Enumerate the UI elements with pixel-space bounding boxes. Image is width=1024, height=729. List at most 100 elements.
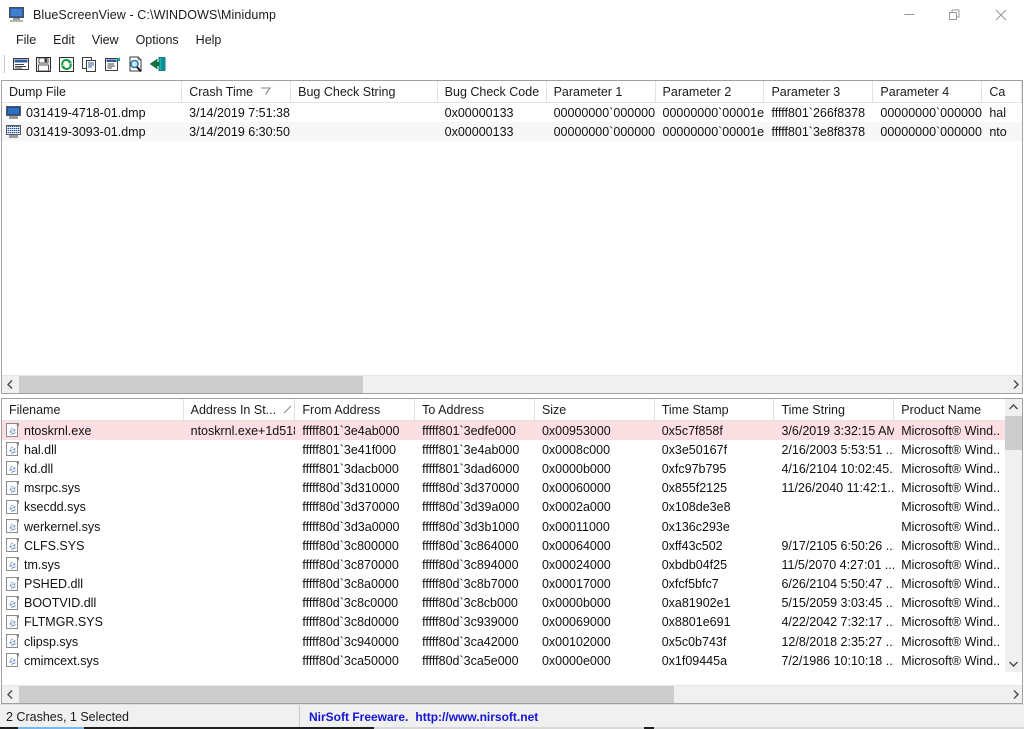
driver-file-icon: ⎒ — [6, 576, 19, 592]
cell-product-name: Microsoft® Wind.. — [901, 557, 1001, 572]
cell-from-address: fffff80d`3c8d0000 — [302, 615, 399, 630]
scroll-left-arrow-icon[interactable] — [2, 376, 19, 393]
table-row[interactable]: ⎒ msrpc.sys fffff80d`3d310000 fffff80d`3… — [2, 479, 1007, 498]
header-crash-time-label: Crash Time — [189, 84, 254, 99]
header-dump-file[interactable]: Dump File — [2, 81, 183, 102]
header-time-string[interactable]: Time String — [774, 399, 895, 420]
driver-list-vscroll-thumb[interactable] — [1005, 416, 1022, 450]
crash-list-hscroll-track[interactable] — [19, 376, 1007, 393]
header-parameter-3[interactable]: Parameter 3 — [764, 81, 874, 102]
menu-view[interactable]: View — [84, 31, 128, 50]
save-icon[interactable] — [32, 53, 55, 75]
header-bug-check-code[interactable]: Bug Check Code — [437, 81, 547, 102]
nirsoft-website-link[interactable]: http://www.nirsoft.net — [415, 710, 538, 724]
header-crash-time[interactable]: Crash Time — [182, 81, 292, 102]
driver-list-hscroll-track[interactable] — [19, 686, 1007, 703]
cell-product-name: Microsoft® Wind.. — [901, 500, 1001, 515]
header-parameter-2-label: Parameter 2 — [662, 84, 732, 99]
header-product-name[interactable]: Product Name — [894, 399, 1008, 420]
header-bug-check-string[interactable]: Bug Check String — [291, 81, 438, 102]
close-icon[interactable] — [978, 0, 1024, 29]
driver-list-hscroll-thumb[interactable] — [19, 686, 674, 703]
table-row[interactable]: ⎒ clipsp.sys fffff80d`3c940000 fffff80d`… — [2, 632, 1007, 651]
table-row[interactable]: ⎒ BOOTVID.dll fffff80d`3c8c0000 fffff80d… — [2, 594, 1007, 613]
crash-list-hscroll-thumb[interactable] — [19, 376, 363, 393]
crash-list-hscrollbar[interactable] — [2, 375, 1022, 393]
driver-file-icon: ⎒ — [6, 519, 19, 534]
table-row[interactable]: ⎒ CLFS.SYS fffff80d`3c800000 fffff80d`3c… — [2, 536, 1007, 555]
table-row[interactable]: ⎒ ntoskrnl.exe ntoskrnl.exe+1d5187 fffff… — [2, 421, 1007, 441]
header-size[interactable]: Size — [534, 399, 655, 420]
table-row[interactable]: ⎒ cmimcext.sys fffff80d`3ca50000 fffff80… — [2, 651, 1007, 670]
cell-size: 0x00102000 — [541, 634, 611, 649]
cell-caused-by: hal — [989, 105, 1007, 120]
cell-to-address: fffff80d`3c864000 — [422, 538, 519, 553]
driver-list-vscrollbar[interactable] — [1005, 399, 1022, 672]
table-row[interactable]: ⎒ tm.sys fffff80d`3c870000 fffff80d`3c89… — [2, 555, 1007, 574]
driver-file-icon: ⎒ — [6, 614, 19, 630]
menu-help[interactable]: Help — [188, 31, 231, 50]
header-to-address[interactable]: To Address — [415, 399, 535, 420]
driver-filename: BOOTVID.dll — [24, 596, 97, 611]
minimize-icon[interactable] — [886, 0, 932, 29]
cell-from-address: fffff80d`3d3a0000 — [302, 519, 400, 534]
sort-ascending-icon — [283, 405, 293, 414]
table-row[interactable]: ⎒ ntosext.sys fffff80d`3ca60000 fffff80d… — [2, 670, 1007, 673]
header-address-in-stack[interactable]: Address In St... — [183, 399, 296, 420]
scroll-right-arrow-icon[interactable] — [1007, 376, 1022, 393]
scroll-up-arrow-icon[interactable] — [1005, 399, 1022, 416]
driver-list-header: Filename Address In St... From Address T… — [2, 399, 1008, 421]
table-row[interactable]: 031419-4718-01.dmp 3/14/2019 7:51:38 ...… — [2, 103, 1022, 122]
table-row[interactable]: ⎒ werkernel.sys fffff80d`3d3a0000 fffff8… — [2, 517, 1007, 536]
table-row[interactable]: ⎒ FLTMGR.SYS fffff80d`3c8d0000 fffff80d`… — [2, 613, 1007, 632]
window-title: BlueScreenView - C:\WINDOWS\Minidump — [33, 7, 277, 22]
properties-icon[interactable] — [9, 53, 32, 75]
copy-icon[interactable] — [78, 53, 101, 75]
cell-time-string: 11/5/2070 4:27:01 ... — [781, 557, 895, 572]
header-bug-check-string-label: Bug Check String — [298, 84, 396, 99]
driver-list-vscroll-track[interactable] — [1005, 416, 1022, 655]
scroll-right-arrow-icon[interactable] — [1007, 686, 1022, 703]
driver-list-hscrollbar[interactable] — [2, 685, 1022, 703]
cell-bug-check-code: 0x00000133 — [444, 105, 514, 120]
scroll-down-arrow-icon[interactable] — [1005, 655, 1022, 672]
header-parameter-1[interactable]: Parameter 1 — [546, 81, 656, 102]
find-icon[interactable] — [124, 53, 147, 75]
cell-time-string: 4/22/2042 7:32:17 ... — [781, 615, 895, 630]
table-row[interactable]: ⎒ hal.dll fffff801`3e41f000 fffff801`3e4… — [2, 440, 1007, 459]
html-report-icon[interactable] — [101, 53, 124, 75]
cell-filename: ⎒ cmimcext.sys — [2, 653, 184, 668]
table-row[interactable]: ⎒ PSHED.dll fffff80d`3c8a0000 fffff80d`3… — [2, 575, 1007, 594]
header-parameter-4[interactable]: Parameter 4 — [873, 81, 983, 102]
cell-product-name: Microsoft® Wind.. — [901, 538, 1001, 553]
header-time-stamp[interactable]: Time Stamp — [654, 399, 775, 420]
cell-filename: ⎒ CLFS.SYS — [2, 538, 184, 553]
table-row[interactable]: 031419-3093-01.dmp 3/14/2019 6:30:50 ...… — [2, 122, 1022, 142]
restore-icon[interactable] — [932, 0, 978, 29]
menu-file[interactable]: File — [8, 31, 45, 50]
driver-filename: ksecdd.sys — [24, 500, 86, 515]
refresh-icon[interactable] — [55, 53, 78, 75]
scroll-left-arrow-icon[interactable] — [2, 686, 19, 703]
header-filename[interactable]: Filename — [2, 399, 184, 420]
cell-filename: ⎒ BOOTVID.dll — [2, 595, 184, 611]
cell-to-address: fffff801`3dad6000 — [422, 461, 520, 476]
header-parameter-2[interactable]: Parameter 2 — [655, 81, 765, 102]
header-filename-label: Filename — [9, 402, 61, 417]
driver-file-icon: ⎒ — [6, 538, 19, 553]
cell-time-stamp: 0x8801e691 — [661, 615, 731, 630]
table-row[interactable]: ⎒ ksecdd.sys fffff80d`3d370000 fffff80d`… — [2, 498, 1007, 517]
menu-edit[interactable]: Edit — [45, 31, 84, 50]
table-row[interactable]: ⎒ kd.dll fffff801`3dacb000 fffff801`3dad… — [2, 459, 1007, 478]
cell-to-address: fffff80d`3ca42000 — [422, 634, 519, 649]
cell-parameter-1: 00000000`000000... — [553, 105, 656, 120]
exit-icon[interactable] — [147, 53, 170, 75]
cell-product-name: Microsoft® Wind.. — [901, 461, 1001, 476]
header-caused-by[interactable]: Ca — [982, 81, 1022, 102]
driver-filename: ntoskrnl.exe — [24, 423, 92, 438]
cell-to-address: fffff80d`3c8b7000 — [422, 577, 519, 592]
cell-time-string: 2/16/2003 5:53:51 ... — [781, 442, 895, 457]
cell-product-name: Microsoft® Wind.. — [901, 519, 1001, 534]
header-from-address[interactable]: From Address — [295, 399, 416, 420]
menu-options[interactable]: Options — [128, 31, 188, 50]
